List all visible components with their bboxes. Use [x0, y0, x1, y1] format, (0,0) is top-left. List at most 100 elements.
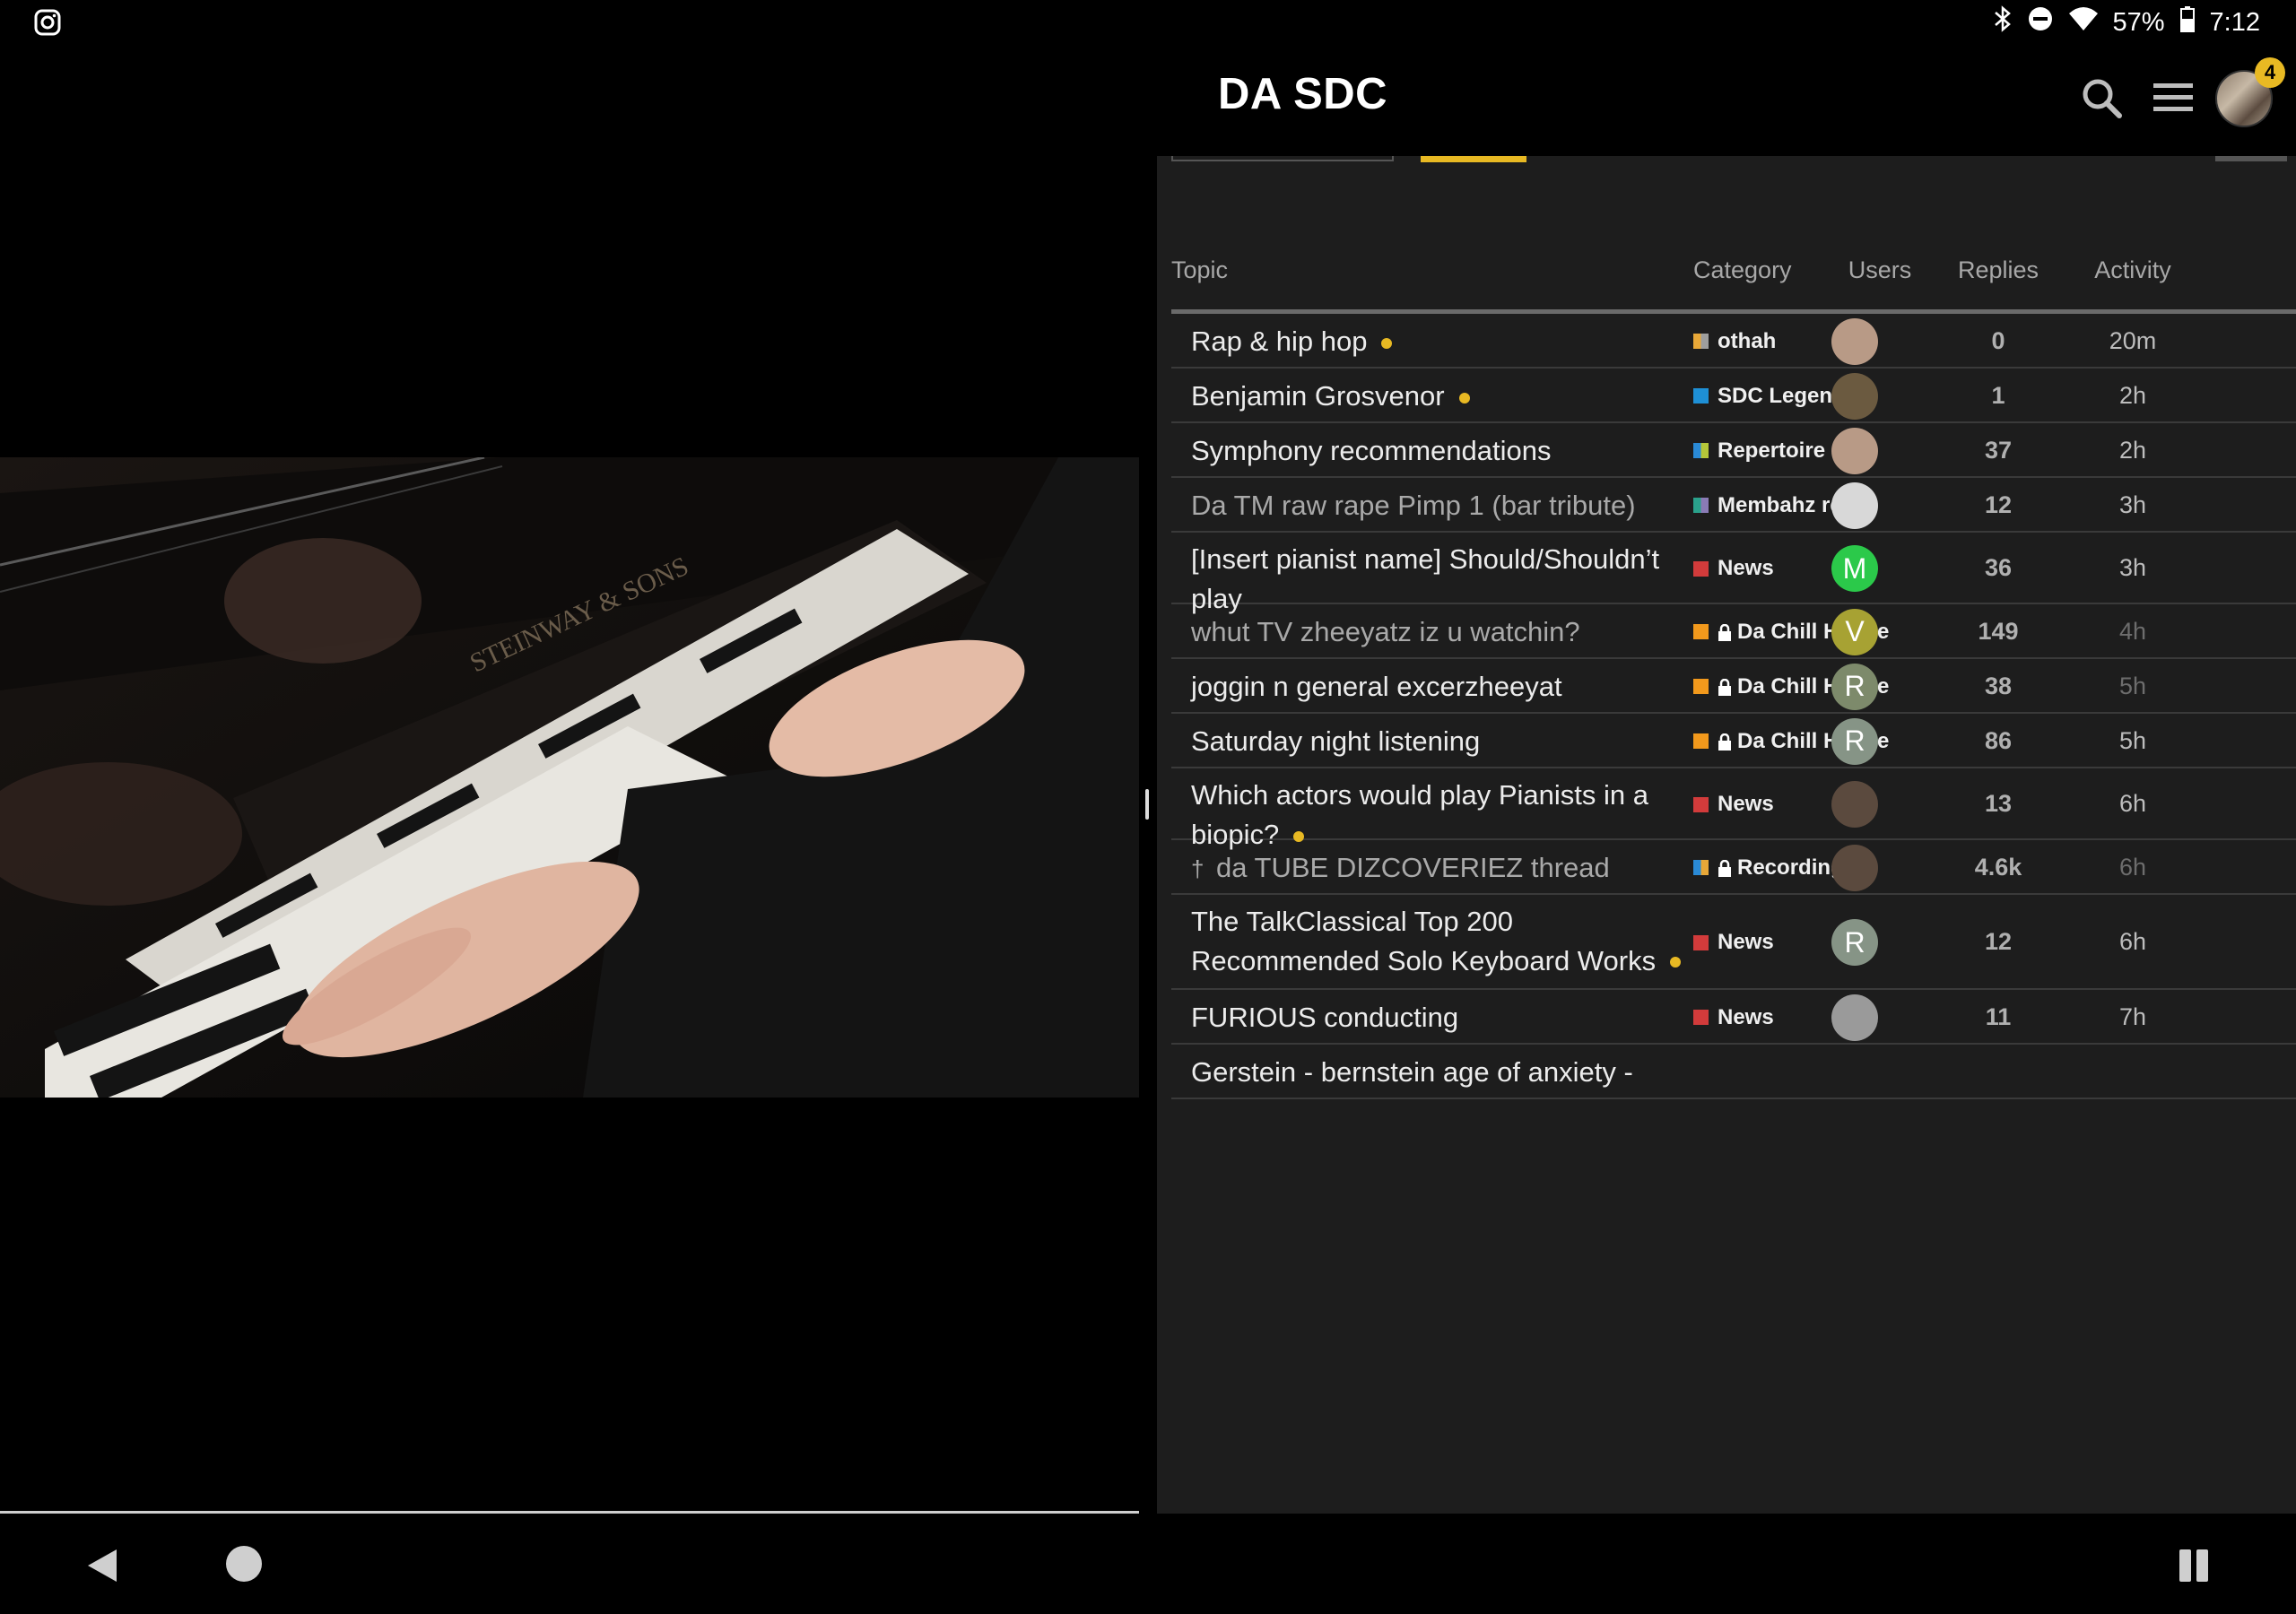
category-badge[interactable]: Recordingz [1693, 855, 1855, 881]
topic-row[interactable]: Da TM raw rape Pimp 1 (bar tribute) Memba… [1171, 478, 2296, 533]
activity-time[interactable]: 20m [2070, 327, 2196, 355]
topic-title-link[interactable]: joggin n general excerzheeyat [1191, 667, 1693, 707]
topic-title-text: The TalkClassical Top 200 Recommended So… [1191, 905, 1657, 976]
activity-time[interactable]: 6h [2070, 790, 2196, 818]
activity-time[interactable]: 5h [2070, 672, 2196, 700]
topic-row[interactable]: Symphony recommendations Repertoire 37 2h [1171, 423, 2296, 478]
category-badge[interactable]: News [1693, 792, 1774, 817]
topic-row[interactable]: joggin n general excerzheeyat Da Chill Ho… [1171, 659, 2296, 714]
category-name: News [1718, 792, 1774, 816]
reply-count[interactable]: 149 [1935, 618, 2061, 646]
do-not-disturb-icon [2027, 5, 2054, 39]
topic-list-header: Topic Category Users Replies Activity [1171, 210, 2296, 314]
topic-title-link[interactable]: Gerstein - bernstein age of anxiety - [1191, 1053, 1693, 1092]
poster-avatar[interactable]: V [1831, 608, 1878, 655]
column-replies[interactable]: Replies [1935, 256, 2061, 284]
topic-title-link[interactable]: Symphony recommendations [1191, 431, 1693, 471]
poster-avatar[interactable] [1831, 317, 1878, 365]
category-badge[interactable]: News [1693, 930, 1774, 955]
instagram-icon [34, 9, 61, 40]
poster-avatar[interactable]: M [1831, 545, 1878, 592]
filter-dropdown[interactable] [1171, 156, 1394, 161]
topic-row[interactable]: † da TUBE DIZCOVERIEZ thread Recordingz 4.6… [1171, 840, 2296, 895]
search-icon[interactable] [2070, 66, 2133, 129]
topic-row[interactable]: FURIOUS conducting News 11 7h [1171, 990, 2296, 1045]
activity-time[interactable]: 2h [2070, 382, 2196, 410]
pin-icon: † [1191, 855, 1205, 882]
category-color-swatch [1693, 934, 1709, 950]
poster-avatar[interactable] [1831, 781, 1878, 828]
topic-row[interactable]: The TalkClassical Top 200 Recommended So… [1171, 895, 2296, 990]
topic-title-link[interactable]: The TalkClassical Top 200 Recommended So… [1191, 902, 1693, 981]
activity-time[interactable]: 2h [2070, 437, 2196, 464]
reply-count[interactable]: 86 [1935, 727, 2061, 755]
topic-title-link[interactable]: FURIOUS conducting [1191, 998, 1693, 1037]
category-name: News [1718, 1004, 1774, 1029]
column-category[interactable]: Category [1693, 256, 1792, 284]
category-badge[interactable]: Repertoire [1693, 438, 1825, 464]
clock: 7:12 [2209, 7, 2260, 37]
topic-title-link[interactable]: whut TV zheeyatz iz u watchin? [1191, 612, 1693, 652]
topic-row[interactable]: whut TV zheeyatz iz u watchin? Da Chill H… [1171, 604, 2296, 659]
back-icon[interactable] [86, 1548, 118, 1588]
activity-time[interactable]: 7h [2070, 1003, 2196, 1031]
reply-count[interactable]: 36 [1935, 554, 2061, 582]
new-topic-button[interactable] [2215, 156, 2287, 161]
topic-title-link[interactable]: Saturday night listening [1191, 722, 1693, 761]
reply-count[interactable]: 1 [1935, 382, 2061, 410]
poster-avatar[interactable] [1831, 844, 1878, 891]
reply-count[interactable]: 37 [1935, 437, 2061, 464]
activity-time[interactable]: 3h [2070, 554, 2196, 582]
activity-time[interactable]: 3h [2070, 491, 2196, 519]
topic-row[interactable]: [Insert pianist name] Should/Shouldn’t p… [1171, 533, 2296, 614]
activity-time[interactable]: 5h [2070, 727, 2196, 755]
topic-title-link[interactable]: Rap & hip hop [1191, 322, 1693, 361]
tab-latest-active[interactable] [1421, 156, 1526, 162]
reply-count[interactable]: 12 [1935, 928, 2061, 956]
category-color-swatch [1693, 443, 1709, 458]
poster-avatar[interactable]: R [1831, 663, 1878, 710]
poster-avatar[interactable]: R [1831, 919, 1878, 966]
battery-icon [2179, 5, 2196, 39]
site-logo[interactable]: DA SDC [1218, 69, 1387, 119]
activity-time[interactable]: 6h [2070, 928, 2196, 956]
video-app-pane: STEINWAY & SONS [0, 47, 1139, 1514]
activity-time[interactable]: 6h [2070, 854, 2196, 881]
video-player[interactable]: STEINWAY & SONS [0, 457, 1139, 1098]
topic-title-text: Symphony recommendations [1191, 435, 1552, 466]
reply-count[interactable]: 0 [1935, 327, 2061, 355]
topic-row[interactable]: Which actors would play Pianists in a bi… [1171, 768, 2296, 850]
poster-avatar[interactable] [1831, 427, 1878, 474]
category-badge[interactable]: othah [1693, 329, 1776, 354]
divider-handle[interactable] [1145, 789, 1149, 820]
topic-row[interactable]: Rap & hip hop othah 0 20m [1171, 314, 2296, 369]
split-screen-icon[interactable] [2178, 1548, 2210, 1588]
notification-badge[interactable]: 4 [2255, 57, 2285, 88]
home-icon[interactable] [226, 1546, 262, 1582]
split-screen-divider[interactable] [1139, 47, 1157, 1514]
reply-count[interactable]: 38 [1935, 672, 2061, 700]
category-badge[interactable]: News [1693, 556, 1774, 581]
reply-count[interactable]: 12 [1935, 491, 2061, 519]
topic-row[interactable]: Gerstein - bernstein age of anxiety - [1171, 1045, 2296, 1099]
poster-avatar[interactable]: R [1831, 717, 1878, 765]
reply-count[interactable]: 13 [1935, 790, 2061, 818]
topic-row[interactable]: Saturday night listening Da Chill House R 8… [1171, 714, 2296, 768]
column-topic[interactable]: Topic [1171, 256, 1228, 284]
topic-title-link[interactable]: Da TM raw rape Pimp 1 (bar tribute) [1191, 486, 1693, 525]
poster-avatar[interactable] [1831, 372, 1878, 420]
activity-time[interactable]: 4h [2070, 618, 2196, 646]
column-activity[interactable]: Activity [2070, 256, 2196, 284]
topic-title-link[interactable]: † da TUBE DIZCOVERIEZ thread [1191, 848, 1693, 889]
topic-title-link[interactable]: Benjamin Grosvenor [1191, 377, 1693, 416]
lock-icon [1718, 859, 1732, 877]
poster-avatar[interactable] [1831, 994, 1878, 1041]
reply-count[interactable]: 4.6k [1935, 854, 2061, 881]
poster-avatar[interactable] [1831, 482, 1878, 529]
category-badge[interactable]: News [1693, 1005, 1774, 1030]
lock-icon [1718, 733, 1732, 751]
hamburger-menu-icon[interactable] [2142, 66, 2205, 129]
reply-count[interactable]: 11 [1935, 1003, 2061, 1031]
topic-row[interactable]: Benjamin Grosvenor SDC Legendz 1 2h [1171, 369, 2296, 423]
topic-title-text: da TUBE DIZCOVERIEZ thread [1216, 852, 1610, 883]
